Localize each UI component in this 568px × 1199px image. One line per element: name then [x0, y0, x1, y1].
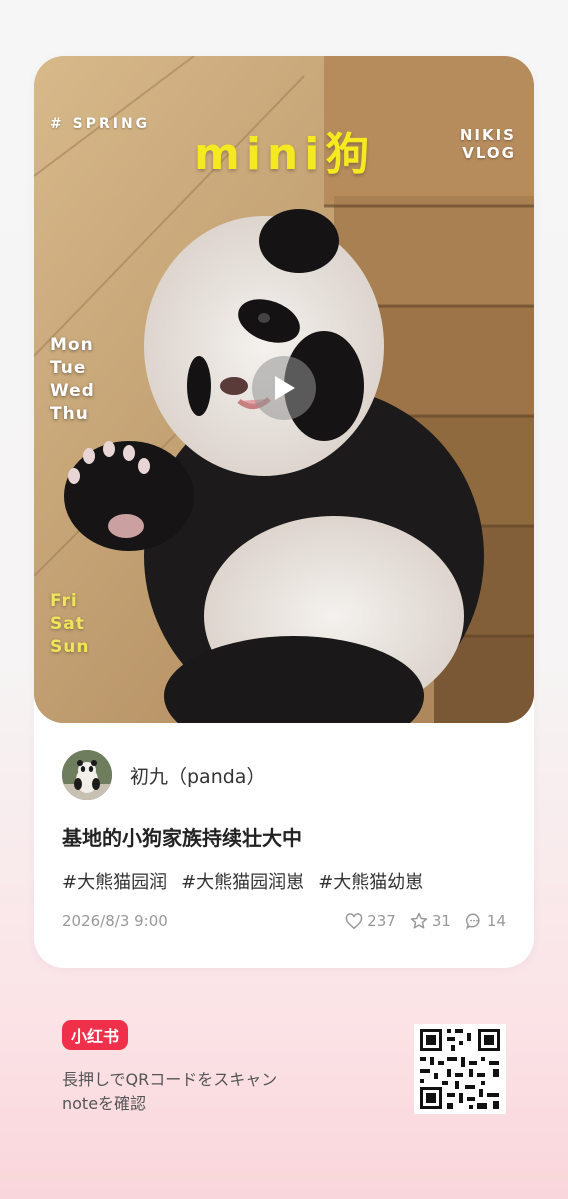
panda-avatar-icon [62, 750, 112, 800]
post-meta: 2026/8/3 9:00 237 31 14 [62, 912, 506, 930]
author-row[interactable]: 初九（panda） [62, 750, 265, 800]
favorite-count: 31 [431, 912, 451, 930]
brand-line-1: NIKIS [459, 126, 516, 144]
weekend-fri: Fri [50, 591, 78, 611]
qr-instructions: 長押しでQRコードをスキャン noteを確認 [62, 1068, 277, 1116]
post-date: 2026/8/3 9:00 [62, 912, 168, 930]
heart-icon [345, 912, 363, 929]
cover-tag: # SPRING [50, 116, 151, 132]
post-card[interactable]: # SPRING mini狗 NIKIS VLOG Mon Tue Wed Th… [34, 56, 534, 968]
weekend-list: Fri Sat Sun [50, 590, 89, 659]
star-icon [410, 912, 428, 929]
hashtag[interactable]: #大熊猫幼崽 [318, 868, 423, 894]
comment-icon [465, 913, 480, 930]
qr-code[interactable] [414, 1024, 506, 1114]
comment-button[interactable]: 14 [465, 912, 506, 930]
app-logo: 小红书 [62, 1020, 128, 1050]
weekday-list: Mon Tue Wed Thu [50, 334, 95, 426]
play-icon [275, 376, 295, 400]
post-stats: 237 31 14 [345, 912, 506, 930]
comment-count: 14 [486, 912, 506, 930]
qr-instruction-line-1: 長押しでQRコードをスキャン [62, 1070, 278, 1089]
like-count: 237 [367, 912, 396, 930]
weekday-mon: Mon [50, 335, 94, 355]
weekday-thu: Thu [50, 404, 89, 424]
brand-line-2: VLOG [462, 144, 516, 162]
author-name[interactable]: 初九（panda） [130, 762, 265, 789]
video-cover[interactable]: # SPRING mini狗 NIKIS VLOG Mon Tue Wed Th… [34, 56, 534, 723]
qr-code-icon [414, 1024, 506, 1114]
favorite-button[interactable]: 31 [410, 912, 451, 930]
hashtag-list: #大熊猫园润 #大熊猫园润崽 #大熊猫幼崽 [62, 868, 423, 894]
weekend-sun: Sun [50, 637, 90, 657]
qr-instruction-line-2: noteを確認 [62, 1094, 147, 1113]
cover-brand: NIKIS VLOG [460, 126, 516, 162]
play-button[interactable] [252, 356, 316, 420]
hashtag[interactable]: #大熊猫园润 [62, 868, 167, 894]
hashtag[interactable]: #大熊猫园润崽 [181, 868, 304, 894]
weekday-wed: Wed [50, 381, 95, 401]
weekday-tue: Tue [50, 358, 87, 378]
weekend-sat: Sat [50, 614, 85, 634]
cover-title: mini狗 [194, 129, 376, 180]
like-button[interactable]: 237 [345, 912, 396, 930]
post-title: 基地的小狗家族持续壮大中 [62, 826, 302, 850]
avatar[interactable] [62, 750, 112, 800]
